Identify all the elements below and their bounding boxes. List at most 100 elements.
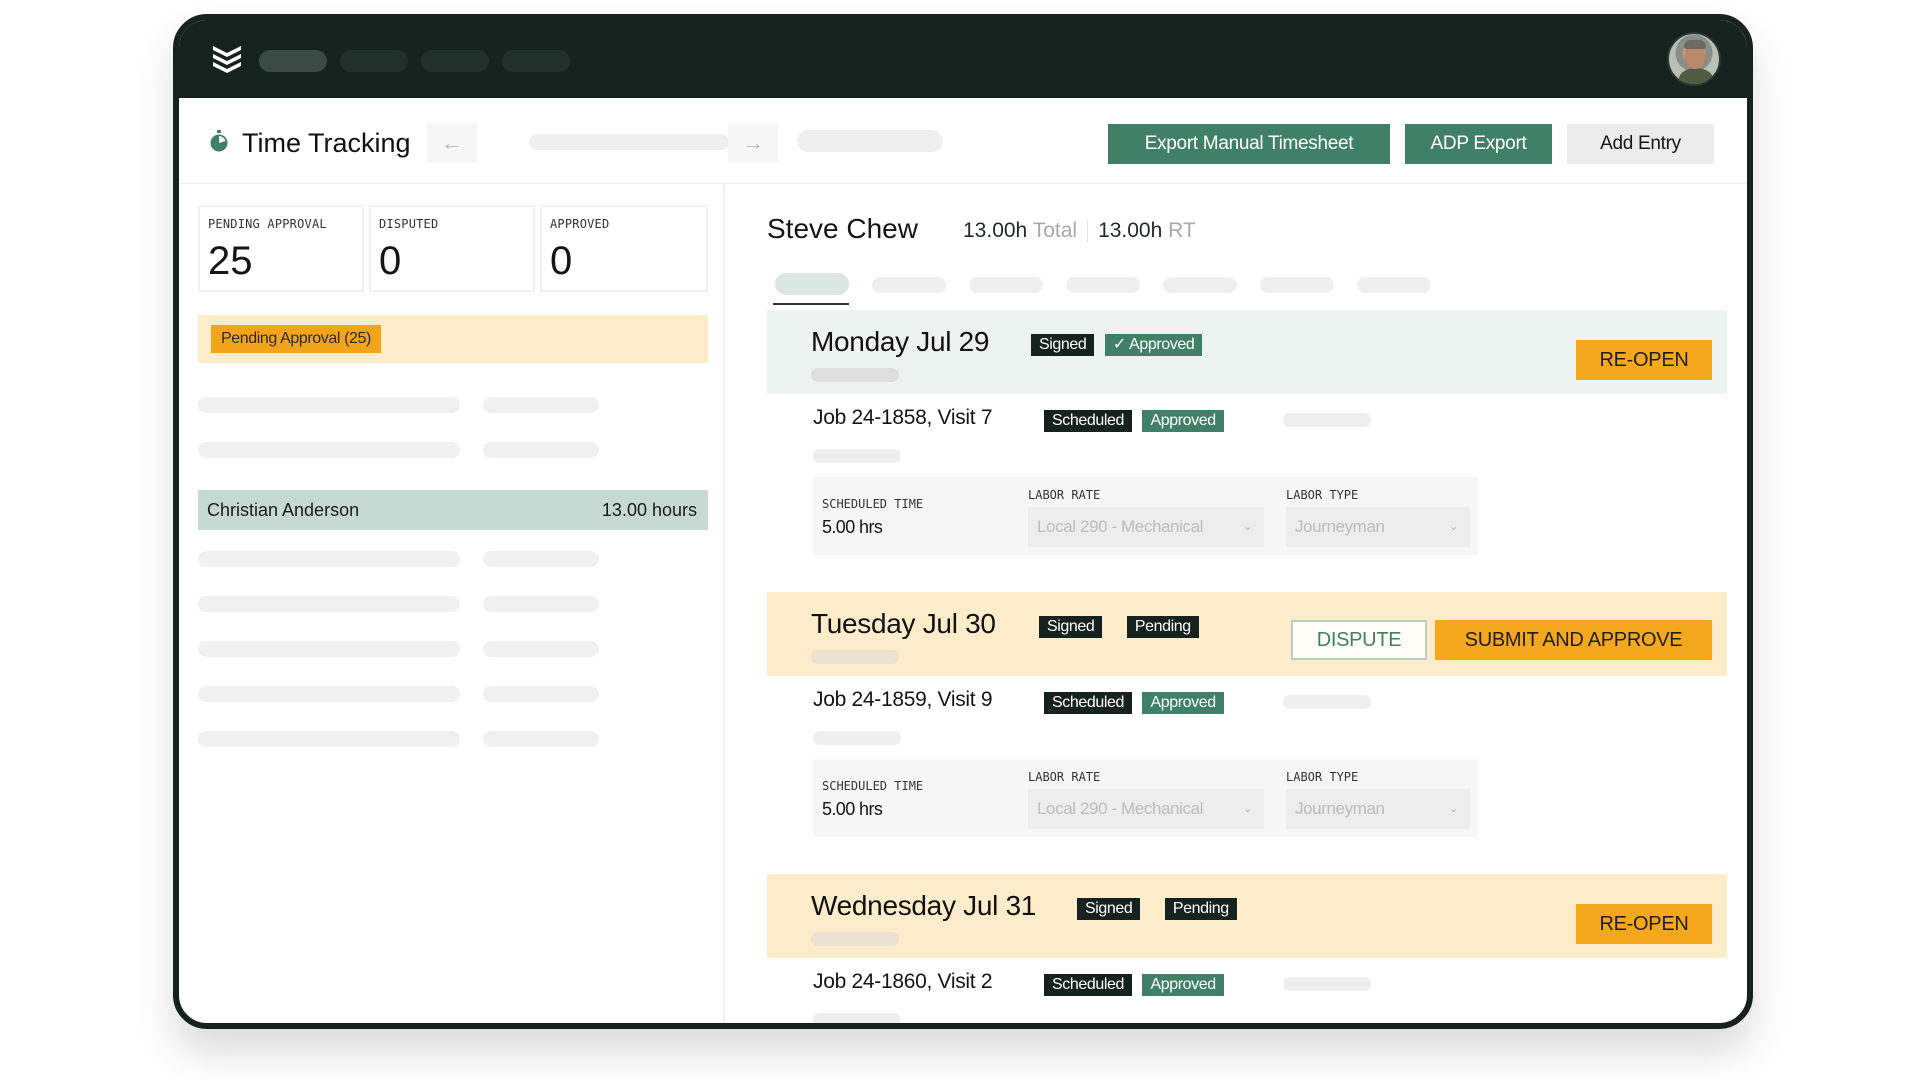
job-subtitle-placeholder (813, 449, 901, 463)
stat-value: 25 (208, 239, 253, 283)
scheduled-time-value: 5.00 hrs (822, 799, 883, 819)
job-title: Job 24-1858, Visit 7 (813, 406, 993, 429)
scheduled-badge: Scheduled (1044, 410, 1133, 432)
approved-badge: ✓ Approved (1104, 334, 1203, 356)
chevron-down-icon: ⌄ (1243, 803, 1252, 815)
list-item-selected[interactable]: Christian Anderson 13.00 hours (198, 490, 708, 530)
job-meta-placeholder (1283, 413, 1371, 427)
adp-export-button[interactable]: ADP Export (1405, 124, 1552, 164)
stopwatch-icon (210, 130, 228, 152)
tab-placeholder[interactable] (1260, 277, 1334, 293)
tab-placeholder[interactable] (1163, 277, 1237, 293)
tab-placeholder[interactable] (969, 277, 1043, 293)
tab-placeholder[interactable] (1066, 277, 1140, 293)
job-row[interactable]: Job 24-1858, Visit 7 Scheduled Approved (813, 404, 1713, 434)
day-badges: Signed ✓ Approved (1031, 334, 1203, 356)
day-subtitle-placeholder (811, 932, 899, 946)
rt-hours-label: RT (1168, 219, 1196, 242)
nav-item-3[interactable] (421, 50, 489, 72)
user-avatar[interactable] (1667, 32, 1721, 86)
next-arrow-button[interactable]: → (728, 123, 778, 163)
day-subtitle-placeholder (811, 368, 899, 382)
date-range-placeholder (529, 134, 729, 150)
approved-badge: Approved (1142, 410, 1224, 432)
tab-placeholder[interactable] (872, 277, 946, 293)
employee-name: Christian Anderson (207, 500, 360, 520)
job-title: Job 24-1859, Visit 9 (813, 688, 993, 711)
labor-type-value: Journeyman (1295, 517, 1385, 536)
job-detail-card: SCHEDULED TIME 5.00 hrs LABOR RATE Local… (813, 759, 1478, 837)
job-row[interactable]: Job 24-1859, Visit 9 Scheduled Approved (813, 686, 1713, 716)
day-badges: Signed Pending (1039, 616, 1199, 638)
labor-rate-select[interactable]: Local 290 - Mechanical ⌄ (1028, 507, 1264, 547)
labor-rate-select[interactable]: Local 290 - Mechanical ⌄ (1028, 789, 1264, 829)
labor-rate-label: LABOR RATE (1028, 488, 1101, 502)
labor-type-select[interactable]: Journeyman ⌄ (1286, 507, 1470, 547)
app-window: Time Tracking ← → Export Manual Timeshee… (173, 14, 1753, 1029)
total-hours-label: Total (1032, 219, 1078, 242)
stat-label: DISPUTED (379, 217, 439, 231)
divider (1087, 219, 1089, 244)
stat-label: PENDING APPROVAL (208, 217, 327, 231)
tab-active[interactable] (775, 273, 849, 295)
chevron-down-icon: ⌄ (1449, 521, 1458, 533)
job-meta-placeholder (1283, 695, 1371, 709)
labor-type-select[interactable]: Journeyman ⌄ (1286, 789, 1470, 829)
labor-rate-value: Local 290 - Mechanical (1037, 517, 1204, 536)
employee-list-panel: PENDING APPROVAL 25 DISPUTED 0 APPROVED … (179, 185, 725, 1023)
day-header-tuesday: Tuesday Jul 30 Signed Pending DISPUTE SU… (767, 592, 1727, 676)
scheduled-time-label: SCHEDULED TIME (822, 779, 924, 793)
job-detail-card: SCHEDULED TIME 5.00 hrs LABOR RATE Local… (813, 477, 1478, 555)
pending-badge: Pending (1164, 898, 1237, 920)
chevron-down-icon: ⌄ (1449, 803, 1458, 815)
export-manual-timesheet-button[interactable]: Export Manual Timesheet (1108, 124, 1390, 164)
chevron-down-icon: ⌄ (1243, 521, 1252, 533)
job-row[interactable]: Job 24-1860, Visit 2 Scheduled Approved (813, 968, 1713, 998)
stacked-chevrons-logo-icon[interactable] (209, 40, 245, 76)
approved-badge: Approved (1142, 974, 1224, 996)
employee-hours: 13.00 hours (601, 500, 697, 520)
pending-badge: Pending (1126, 616, 1199, 638)
nav-item-1[interactable] (259, 50, 327, 72)
tab-placeholder[interactable] (1357, 277, 1431, 293)
rt-hours-value: 13.00h (1098, 219, 1163, 242)
nav-item-2[interactable] (340, 50, 408, 72)
signed-badge: Signed (1077, 898, 1141, 920)
avatar-shirt (1679, 68, 1713, 84)
scheduled-badge: Scheduled (1044, 692, 1133, 714)
submit-and-approve-button[interactable]: SUBMIT AND APPROVE (1435, 620, 1712, 660)
filter-bar: Pending Approval (25) (198, 315, 708, 363)
employee-name-heading: Steve Chew (767, 213, 918, 244)
job-subtitle-placeholder (813, 1013, 901, 1023)
pending-approval-filter-tag[interactable]: Pending Approval (25) (211, 325, 381, 353)
avatar-hair (1684, 40, 1706, 49)
stat-value: 0 (550, 239, 573, 283)
nav-item-4[interactable] (502, 50, 570, 72)
job-title: Job 24-1860, Visit 2 (813, 970, 993, 993)
period-placeholder[interactable] (797, 130, 943, 152)
day-title: Tuesday Jul 30 (811, 608, 996, 639)
approved-badge: Approved (1142, 692, 1224, 714)
stat-card-approved[interactable]: APPROVED 0 (540, 205, 708, 292)
day-title: Monday Jul 29 (811, 326, 990, 357)
signed-badge: Signed (1039, 616, 1103, 638)
day-title: Wednesday Jul 31 (811, 890, 1037, 921)
scheduled-time-value: 5.00 hrs (822, 517, 883, 537)
page-title: Time Tracking (242, 128, 411, 158)
stat-card-disputed[interactable]: DISPUTED 0 (369, 205, 535, 292)
labor-type-label: LABOR TYPE (1286, 770, 1359, 784)
stat-card-pending-approval[interactable]: PENDING APPROVAL 25 (198, 205, 364, 292)
previous-arrow-button[interactable]: ← (427, 123, 477, 163)
day-badges: Signed Pending (1077, 898, 1237, 920)
job-badges: Scheduled Approved (1044, 692, 1224, 714)
labor-rate-value: Local 290 - Mechanical (1037, 799, 1204, 818)
job-badges: Scheduled Approved (1044, 410, 1224, 432)
dispute-button[interactable]: DISPUTE (1291, 620, 1427, 660)
tab-active-underline (773, 303, 849, 305)
total-hours-value: 13.00h (963, 219, 1028, 242)
add-entry-button[interactable]: Add Entry (1567, 124, 1714, 164)
job-meta-placeholder (1283, 977, 1371, 991)
re-open-button[interactable]: RE-OPEN (1576, 340, 1712, 380)
re-open-button[interactable]: RE-OPEN (1576, 904, 1712, 944)
top-nav-bar (179, 20, 1747, 98)
